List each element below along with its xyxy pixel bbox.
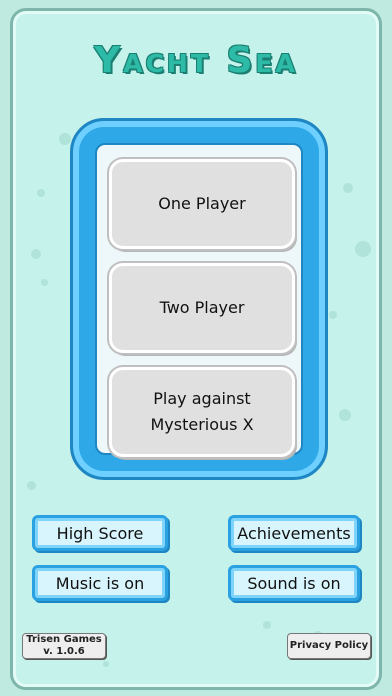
privacy-policy-button[interactable]: Privacy Policy <box>287 633 371 659</box>
developer-name: Trisen Games <box>26 634 102 645</box>
bubble-decoration <box>103 661 109 667</box>
one-player-button[interactable]: One Player <box>109 159 295 249</box>
bubble-decoration <box>41 279 48 286</box>
bubble-decoration <box>27 481 36 490</box>
main-menu-panel: One Player Two Player Play against Myste… <box>95 143 303 457</box>
game-title: Yacht Sea <box>94 40 298 81</box>
music-toggle-button[interactable]: Music is on <box>32 565 168 601</box>
bubble-decoration <box>31 249 41 259</box>
privacy-policy-label: Privacy Policy <box>289 640 369 651</box>
bubble-decoration <box>263 621 271 629</box>
bubble-decoration <box>355 241 371 257</box>
bubble-decoration <box>339 409 351 421</box>
bubble-decoration <box>59 133 71 145</box>
bubble-decoration <box>329 311 337 319</box>
sound-toggle-button[interactable]: Sound is on <box>228 565 360 601</box>
high-score-button[interactable]: High Score <box>32 515 168 551</box>
version-label: v. 1.0.6 <box>43 646 85 657</box>
two-player-button[interactable]: Two Player <box>109 263 295 353</box>
play-against-mysterious-x-button[interactable]: Play against Mysterious X <box>109 367 295 457</box>
bubble-decoration <box>343 183 353 193</box>
developer-info-button[interactable]: Trisen Games v. 1.0.6 <box>22 633 106 659</box>
achievements-button[interactable]: Achievements <box>228 515 360 551</box>
bubble-decoration <box>37 189 45 197</box>
main-menu-frame: One Player Two Player Play against Myste… <box>70 118 328 480</box>
